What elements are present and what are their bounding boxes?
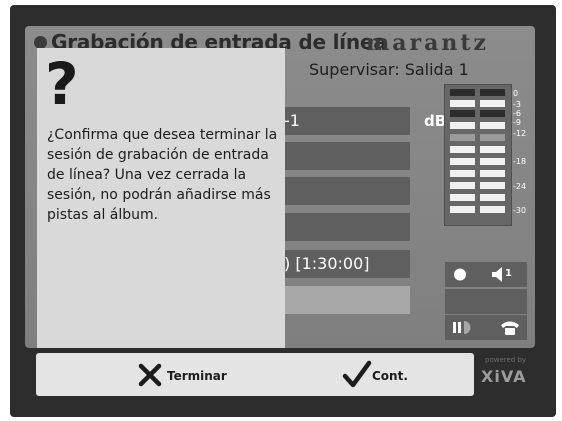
x-icon <box>138 363 162 387</box>
meter-scale-label: 0 <box>513 89 519 98</box>
xiva-logo: XiVA <box>481 367 527 386</box>
meter-segment-right <box>480 110 505 117</box>
xiva-logo-prefix: powered by <box>485 356 527 364</box>
meter-segment-left <box>450 146 475 153</box>
meter-segment-right <box>480 146 505 153</box>
meter-segment-left <box>450 89 475 96</box>
info-row <box>278 177 410 205</box>
meter-segment-right <box>480 170 505 177</box>
terminate-button[interactable]: Terminar <box>136 359 246 389</box>
meter-segment-left <box>450 158 475 165</box>
checkmark-icon <box>342 360 372 388</box>
meter-segment-left <box>450 206 475 213</box>
button-bar: Terminar Cont. <box>36 353 474 396</box>
meter-segment-right <box>480 122 505 129</box>
meter-segment-left <box>450 122 475 129</box>
monitor-output-label: Supervisar: Salida 1 <box>309 60 469 79</box>
meter-segment-right <box>480 182 505 189</box>
recording-time-text: ) [1:30:00] <box>284 254 370 273</box>
meter-segment-left <box>450 194 475 201</box>
terminate-label: Terminar <box>167 369 227 383</box>
meter-segment-left <box>450 182 475 189</box>
time-row: ) [1:30:00] <box>278 250 410 278</box>
meter-scale-label: -3 <box>513 100 521 109</box>
meter-segment-left <box>450 134 475 141</box>
speaker-icon <box>492 267 502 282</box>
meter-scale-label: -9 <box>513 118 521 127</box>
meter-segment-right <box>480 158 505 165</box>
info-row <box>278 286 410 314</box>
meter-segment-left <box>450 170 475 177</box>
meter-segment-left <box>450 100 475 107</box>
question-mark-icon: ? <box>45 50 79 118</box>
meter-scale-label: -12 <box>513 129 527 138</box>
level-meter <box>444 84 512 226</box>
meter-segment-right <box>480 206 505 213</box>
meter-segment-right <box>480 194 505 201</box>
phone-icon <box>501 321 519 335</box>
status-row-pause <box>445 315 527 340</box>
speaker-number: 1 <box>505 268 512 279</box>
info-row <box>278 142 410 170</box>
info-row <box>278 213 410 241</box>
meter-scale-label: -18 <box>513 157 527 166</box>
info-row-text: -1 <box>284 111 300 130</box>
meter-scale-label: -24 <box>513 182 527 191</box>
meter-segment-left <box>450 110 475 117</box>
status-row-record: 1 <box>445 262 527 287</box>
meter-scale-label: -30 <box>513 206 527 215</box>
continue-button[interactable]: Cont. <box>342 359 422 389</box>
brand-logo: marantz <box>366 30 490 56</box>
continue-label: Cont. <box>372 369 408 383</box>
meter-segment-right <box>480 100 505 107</box>
db-label: dB <box>424 112 447 130</box>
meter-scale-label: -6 <box>513 109 521 118</box>
status-row-empty <box>445 289 527 314</box>
meter-segment-right <box>480 134 505 141</box>
info-row: -1 <box>278 107 410 135</box>
dialog-message: ¿Confirma que desea terminar la sesión d… <box>47 127 278 223</box>
confirmation-dialog: ? ¿Confirma que desea terminar la sesión… <box>37 48 285 348</box>
meter-segment-right <box>480 89 505 96</box>
